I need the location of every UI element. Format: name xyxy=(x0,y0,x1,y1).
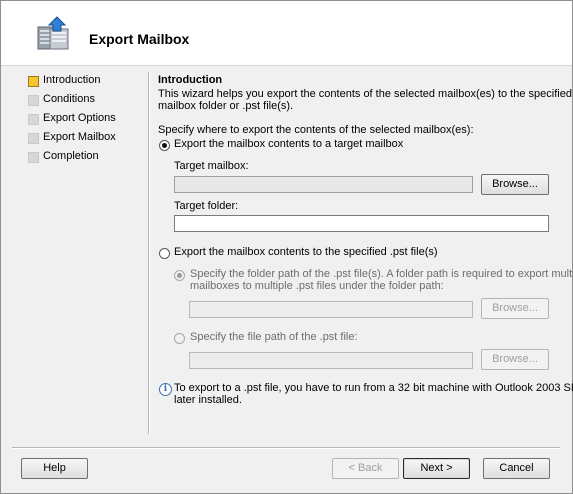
mailbox-export-icon xyxy=(35,15,73,53)
help-button[interactable]: Help xyxy=(21,458,88,479)
target-mailbox-field[interactable] xyxy=(174,176,473,193)
pst-file-path-radio[interactable] xyxy=(174,333,185,344)
step-label: Conditions xyxy=(43,93,95,105)
pst-export-radio[interactable] xyxy=(159,248,170,259)
step-label: Completion xyxy=(43,150,99,162)
pst-folder-browse-button[interactable]: Browse... xyxy=(481,298,549,319)
vertical-divider xyxy=(148,72,150,434)
pst-file-path-label: Specify the file path of the .pst file: xyxy=(190,331,358,343)
info-text-line-2: later installed. xyxy=(174,394,242,406)
pst-file-browse-button[interactable]: Browse... xyxy=(481,349,549,370)
specify-label: Specify where to export the contents of … xyxy=(158,124,474,136)
page-title: Export Mailbox xyxy=(89,31,190,47)
pst-folder-path-label-1: Specify the folder path of the .pst file… xyxy=(190,268,573,280)
step-status-icon xyxy=(28,152,39,163)
cancel-button[interactable]: Cancel xyxy=(483,458,550,479)
pst-folder-path-label-2: mailboxes to multiple .pst files under t… xyxy=(190,280,444,292)
target-mailbox-option-label[interactable]: Export the mailbox contents to a target … xyxy=(174,138,403,150)
step-status-icon xyxy=(28,114,39,125)
pst-folder-path-field[interactable] xyxy=(189,301,473,318)
description-line-1: This wizard helps you export the content… xyxy=(158,88,572,100)
step-status-icon xyxy=(28,133,39,144)
step-label: Export Mailbox xyxy=(43,131,116,143)
target-folder-label: Target folder: xyxy=(174,200,239,212)
info-text-line-1: To export to a .pst file, you have to ru… xyxy=(174,382,573,394)
target-folder-field[interactable] xyxy=(174,215,549,232)
description-line-2: mailbox folder or .pst file(s). xyxy=(158,100,294,112)
step-status-icon xyxy=(28,76,39,87)
step-status-icon xyxy=(28,95,39,106)
target-mailbox-browse-button[interactable]: Browse... xyxy=(481,174,549,195)
step-label: Export Options xyxy=(43,112,116,124)
back-button[interactable]: < Back xyxy=(332,458,399,479)
next-button[interactable]: Next > xyxy=(403,458,470,479)
footer-divider xyxy=(12,447,560,449)
info-icon: i xyxy=(159,383,172,396)
pst-folder-path-radio[interactable] xyxy=(174,270,185,281)
pst-file-path-field[interactable] xyxy=(189,352,473,369)
target-mailbox-label: Target mailbox: xyxy=(174,160,249,172)
section-heading: Introduction xyxy=(158,74,223,86)
step-label: Introduction xyxy=(43,74,101,86)
pst-export-option-label[interactable]: Export the mailbox contents to the speci… xyxy=(174,246,438,258)
wizard-header: Export Mailbox xyxy=(1,1,572,66)
target-mailbox-radio[interactable] xyxy=(159,140,170,151)
